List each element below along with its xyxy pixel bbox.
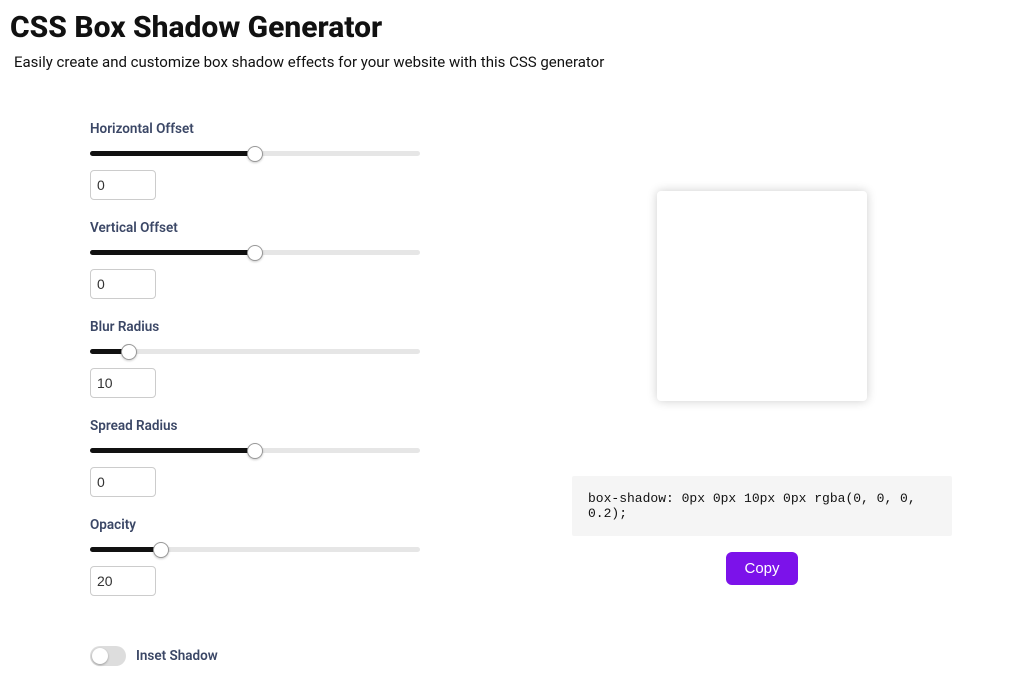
preview-panel: box-shadow: 0px 0px 10px 0px rgba(0, 0, … bbox=[510, 121, 1014, 585]
stepper-blur-radius[interactable] bbox=[90, 368, 156, 398]
control-horizontal-offset: Horizontal Offset bbox=[90, 121, 510, 200]
copy-button[interactable]: Copy bbox=[726, 552, 797, 585]
control-opacity: Opacity bbox=[90, 517, 510, 596]
slider-horizontal-offset[interactable] bbox=[90, 151, 420, 156]
stepper-horizontal-offset[interactable] bbox=[90, 170, 156, 200]
label-vertical-offset: Vertical Offset bbox=[90, 220, 510, 236]
stepper-opacity[interactable] bbox=[90, 566, 156, 596]
label-blur-radius: Blur Radius bbox=[90, 319, 510, 335]
controls-panel: Horizontal Offset Vertical Offset Blur R… bbox=[10, 121, 510, 666]
toggle-knob bbox=[92, 648, 108, 664]
css-output: box-shadow: 0px 0px 10px 0px rgba(0, 0, … bbox=[572, 476, 952, 536]
label-inset-shadow: Inset Shadow bbox=[136, 648, 218, 664]
shadow-preview-box bbox=[657, 191, 867, 401]
stepper-vertical-offset[interactable] bbox=[90, 269, 156, 299]
control-vertical-offset: Vertical Offset bbox=[90, 220, 510, 299]
control-blur-radius: Blur Radius bbox=[90, 319, 510, 398]
control-spread-radius: Spread Radius bbox=[90, 418, 510, 497]
toggle-inset-shadow[interactable] bbox=[90, 646, 126, 666]
page-title: CSS Box Shadow Generator bbox=[10, 10, 1014, 45]
label-opacity: Opacity bbox=[90, 517, 510, 533]
page-subtitle: Easily create and customize box shadow e… bbox=[14, 53, 1014, 71]
stepper-spread-radius[interactable] bbox=[90, 467, 156, 497]
slider-vertical-offset[interactable] bbox=[90, 250, 420, 255]
control-inset-shadow: Inset Shadow bbox=[90, 646, 510, 666]
slider-blur-radius[interactable] bbox=[90, 349, 420, 354]
label-spread-radius: Spread Radius bbox=[90, 418, 510, 434]
label-horizontal-offset: Horizontal Offset bbox=[90, 121, 510, 137]
slider-spread-radius[interactable] bbox=[90, 448, 420, 453]
slider-opacity[interactable] bbox=[90, 547, 420, 552]
